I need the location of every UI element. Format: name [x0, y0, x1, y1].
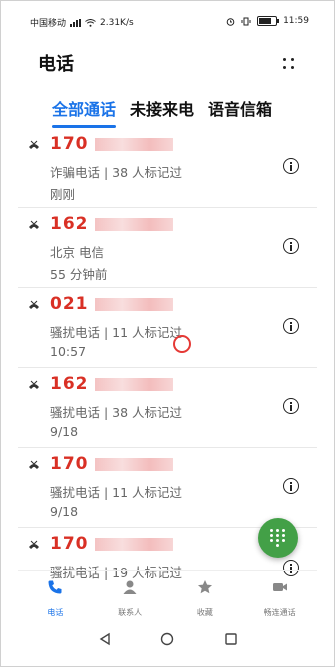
call-log-item[interactable]: 021 骚扰电话 | 11 人标记过 10:57: [18, 288, 317, 368]
redacted-digits: [94, 137, 173, 151]
status-bar: 中国移动 2.31K/s 11:59: [18, 10, 317, 34]
tap-indicator: [173, 335, 191, 353]
call-time: 55 分钟前: [50, 267, 108, 282]
info-icon[interactable]: [283, 158, 299, 174]
missed-call-icon: [29, 220, 39, 229]
missed-call-icon: [29, 300, 39, 309]
nav-phone[interactable]: 电话: [18, 571, 93, 619]
nav-phone-label: 电话: [47, 608, 64, 617]
alarm-icon: [226, 17, 235, 26]
nav-contacts[interactable]: 联系人: [93, 571, 168, 619]
call-time: 9/18: [50, 424, 79, 439]
caller-number: 021: [50, 294, 173, 314]
wifi-icon: [85, 18, 96, 27]
caller-tag: 北京 电信: [50, 245, 104, 260]
call-log-item[interactable]: 162 北京 电信 55 分钟前: [18, 208, 317, 288]
recents-icon[interactable]: [225, 633, 237, 645]
missed-call-icon: [29, 140, 39, 149]
caller-number: 170: [50, 134, 173, 154]
tab-missed-calls[interactable]: 未接来电: [130, 96, 194, 120]
call-time: 刚刚: [50, 187, 76, 202]
nav-video-call-label: 畅连通话: [263, 608, 296, 617]
bottom-navigation: 电话 联系人 收藏 畅连通话: [18, 570, 317, 619]
info-icon[interactable]: [283, 478, 299, 494]
app-header: 电话: [18, 50, 317, 80]
call-log-list: 170 诈骗电话 | 38 人标记过 刚刚 162 北京 电信 55 分钟前 0…: [18, 128, 317, 580]
nav-favorites-label: 收藏: [196, 608, 213, 617]
call-filter-tabs: 全部通话 未接来电 语音信箱: [52, 96, 272, 128]
caller-tag: 骚扰电话 | 11 人标记过: [50, 485, 183, 500]
contacts-icon: [123, 580, 137, 594]
call-log-item[interactable]: 162 骚扰电话 | 38 人标记过 9/18: [18, 368, 317, 448]
tab-voicemail[interactable]: 语音信箱: [208, 96, 272, 120]
info-icon[interactable]: [283, 318, 299, 334]
caller-tag: 诈骗电话 | 38 人标记过: [50, 165, 183, 180]
video-call-icon: [272, 583, 287, 591]
nav-video-call[interactable]: 畅连通话: [242, 571, 317, 619]
info-icon[interactable]: [283, 238, 299, 254]
caller-tag: 骚扰电话 | 38 人标记过: [50, 405, 183, 420]
battery-icon: [257, 16, 280, 26]
redacted-digits: [94, 377, 173, 391]
more-grid-icon[interactable]: [281, 56, 297, 72]
missed-call-icon: [29, 540, 39, 549]
signal-icon: [70, 18, 82, 27]
caller-tag: 骚扰电话 | 11 人标记过: [50, 325, 183, 340]
nav-contacts-label: 联系人: [118, 608, 143, 617]
missed-call-icon: [29, 380, 39, 389]
caller-number: 170: [50, 534, 173, 554]
back-icon[interactable]: [99, 632, 110, 646]
dialpad-icon: [270, 529, 286, 547]
network-speed: 2.31K/s: [100, 17, 134, 28]
status-time: 11:59: [283, 16, 309, 26]
vibrate-icon: [241, 17, 251, 25]
call-log-item[interactable]: 170 诈骗电话 | 38 人标记过 刚刚: [18, 128, 317, 208]
nav-favorites[interactable]: 收藏: [168, 571, 243, 619]
star-icon: [197, 580, 212, 594]
carrier-label: 中国移动: [30, 19, 67, 29]
dialpad-button[interactable]: [258, 518, 298, 558]
redacted-digits: [94, 297, 173, 311]
call-time: 10:57: [50, 344, 87, 359]
phone-screen: 中国移动 2.31K/s 11:59 电话 全部通话 未接来电 语音信箱 170…: [18, 10, 317, 656]
page-title: 电话: [38, 54, 74, 75]
redacted-digits: [94, 217, 173, 231]
redacted-digits: [94, 537, 173, 551]
system-navigation-bar: [99, 632, 237, 646]
missed-call-icon: [29, 460, 39, 469]
info-icon[interactable]: [283, 398, 299, 414]
home-icon[interactable]: [160, 632, 174, 646]
call-time: 9/18: [50, 504, 79, 519]
phone-icon: [48, 580, 62, 594]
caller-number: 162: [50, 374, 173, 394]
redacted-digits: [94, 457, 173, 471]
caller-number: 162: [50, 214, 173, 234]
caller-number: 170: [50, 454, 173, 474]
tab-all-calls[interactable]: 全部通话: [52, 96, 117, 128]
call-log-item[interactable]: 170 骚扰电话 | 11 人标记过 9/18: [18, 448, 317, 528]
